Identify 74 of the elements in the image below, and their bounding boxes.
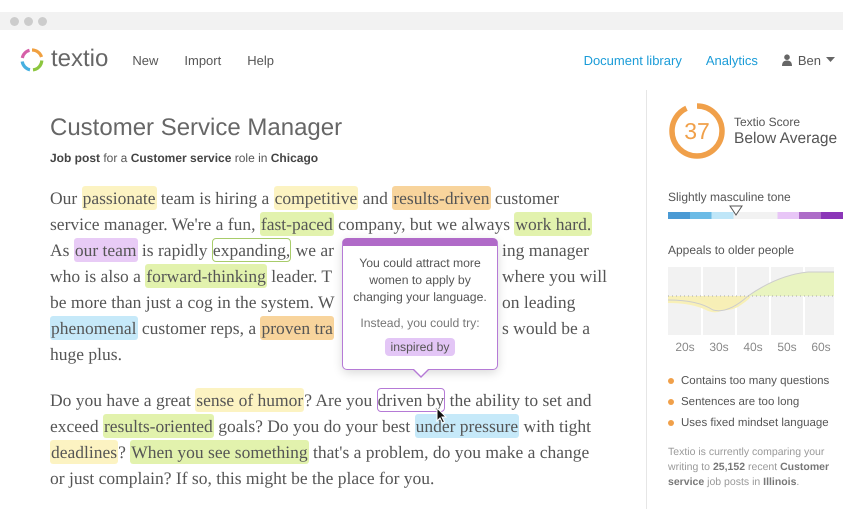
body-text: be more than just a cog in the system. W xyxy=(50,292,334,312)
nav-link[interactable]: Import xyxy=(184,52,222,68)
popup-hint: Instead, you could try: xyxy=(359,316,481,330)
highlighted-phrase[interactable]: fast-paced xyxy=(260,212,334,236)
caret-icon[interactable] xyxy=(826,57,835,63)
issue-text: Uses fixed mindset language xyxy=(681,416,829,428)
body-text: huge plus. xyxy=(50,344,122,364)
highlighted-phrase[interactable]: When you see something xyxy=(130,440,309,464)
app-logo[interactable]: textio xyxy=(51,45,108,73)
body-text: company, but we always xyxy=(337,214,512,234)
axis-label: 30s xyxy=(708,340,730,354)
body-text: customer reps, a xyxy=(140,318,258,338)
body-text: the ability to set and xyxy=(448,390,592,410)
body-text: As xyxy=(50,240,70,260)
body-text: ing manager xyxy=(502,240,589,260)
highlighted-phrase[interactable]: deadlines xyxy=(50,440,118,464)
highlighted-phrase[interactable]: under pressure xyxy=(414,414,520,438)
axis-label: 40s xyxy=(742,340,764,354)
body-text: Do you have a great xyxy=(50,390,192,410)
body-text: where you will xyxy=(502,266,607,286)
body-text: we ar xyxy=(294,240,334,260)
highlighted-phrase[interactable]: results-driven xyxy=(392,186,491,210)
document-subtitle: Job post for a Customer service role in Chicago xyxy=(50,151,320,165)
comparison-note: Textio is currently comparing your writing to 25,152 recent Customer service job posts in Illinois. xyxy=(668,445,830,490)
body-text: ? xyxy=(118,442,127,462)
highlighted-phrase[interactable]: competitive xyxy=(274,186,358,210)
outlined-phrase[interactable]: expanding, xyxy=(212,238,292,262)
highlighted-phrase[interactable]: proven tra xyxy=(260,316,334,340)
nav-link[interactable]: New xyxy=(132,52,158,68)
body-text: is rapidly xyxy=(140,240,209,260)
body-text: or just complain? If so, this might be the place for you. xyxy=(50,468,434,488)
body-text: Our xyxy=(50,188,78,208)
body-text: on leading xyxy=(502,292,576,312)
bullet-icon xyxy=(668,378,674,384)
score-ring: 37 xyxy=(668,102,726,160)
body-text: goals? Do you do your best xyxy=(217,416,412,436)
bullet-icon xyxy=(668,420,674,426)
highlighted-phrase[interactable]: sense of humor xyxy=(195,388,304,412)
body-text: and xyxy=(362,188,389,208)
highlighted-phrase[interactable]: work hard. xyxy=(514,212,592,236)
body-text: that's a problem, do you make a change xyxy=(312,442,590,462)
score-rating: Below Average xyxy=(734,130,838,148)
user-icon xyxy=(782,54,792,66)
body-text: customer xyxy=(494,188,560,208)
bullet-icon xyxy=(668,398,674,404)
nav-link[interactable]: Help xyxy=(247,52,274,68)
tone-label: Slightly masculine tone xyxy=(668,190,792,204)
suggestion-chip[interactable]: inspired by xyxy=(384,338,456,356)
highlighted-phrase[interactable]: phenomenal xyxy=(50,316,138,340)
popup-message: You could attract more women to apply by changing your language. xyxy=(352,255,488,306)
nav-link[interactable]: Document library xyxy=(584,52,682,68)
logo-ring-icon xyxy=(19,47,45,73)
highlighted-phrase[interactable]: results-oriented xyxy=(102,414,214,438)
body-text: team is hiring a xyxy=(160,188,270,208)
body-text: with tight xyxy=(522,416,592,436)
nav-link[interactable]: Analytics xyxy=(706,52,758,68)
age-label: Appeals to older people xyxy=(668,243,796,257)
body-text: ? Are you xyxy=(304,390,374,410)
body-text: exceed xyxy=(50,416,100,436)
body-text: s would be a xyxy=(502,318,590,338)
highlighted-phrase[interactable]: our team xyxy=(74,238,138,262)
document-title: Customer Service Manager xyxy=(50,114,344,142)
body-text: service manager. We're a fun, xyxy=(50,214,256,234)
highlighted-phrase[interactable]: passionate xyxy=(82,186,156,210)
axis-label: 50s xyxy=(776,340,798,354)
score-label: Textio Score xyxy=(734,114,802,128)
highlighted-phrase[interactable]: forward-thinking xyxy=(145,264,267,288)
axis-label: 20s xyxy=(674,340,696,354)
user-menu[interactable]: Ben xyxy=(798,52,821,68)
issue-text: Sentences are too long xyxy=(681,396,800,408)
issue-text: Contains too many questions xyxy=(681,374,830,386)
body-text: who is also a xyxy=(50,266,142,286)
axis-label: 60s xyxy=(810,340,832,354)
body-text: leader. T xyxy=(270,266,332,286)
